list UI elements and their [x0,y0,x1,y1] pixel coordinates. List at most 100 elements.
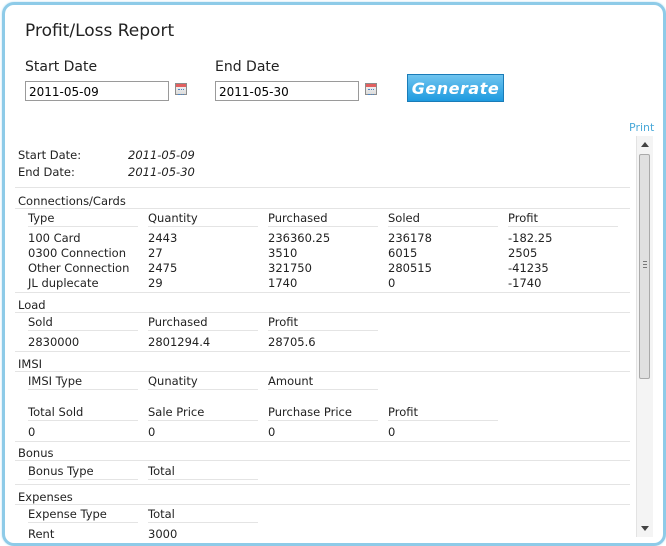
table-cell: 3000 [148,527,178,538]
load-header-purchased: Purchased [148,315,208,329]
report-output: Start Date: 2011-05-09 End Date: 2011-05… [15,138,633,538]
print-link[interactable]: Print [629,121,654,134]
table-cell: 1740 [268,276,298,290]
page-title: Profit/Loss Report [25,21,175,41]
table-cell: 0 [388,276,396,290]
grip-line [643,264,647,265]
divider [148,420,258,421]
connections-section-title: Connections/Cards [18,194,126,208]
table-cell: 2475 [148,261,178,275]
imsi-total-sold-header: Total Sold [28,405,84,419]
table-cell: 236178 [388,231,432,245]
table-cell: 28705.6 [268,335,316,349]
bonus-header-type: Bonus Type [28,464,94,478]
table-cell: 280515 [388,261,432,275]
table-cell: 29 [148,276,163,290]
imsi-header-amount: Amount [268,374,314,388]
table-cell: 3510 [268,246,298,260]
divider [15,504,630,505]
grip-line [643,261,647,262]
connections-header-quantity: Quantity [148,211,198,225]
table-cell: 27 [148,246,163,260]
table-cell: 236360.25 [268,231,331,245]
divider [15,351,630,352]
imsi-header-quantity: Qunatity [148,374,198,388]
grip-line [643,267,647,268]
table-cell: -1740 [508,276,542,290]
connections-header-profit: Profit [508,211,538,225]
divider [15,371,630,372]
report-end-label: End Date: [18,165,75,179]
table-cell: 2505 [508,246,538,260]
expenses-header-type: Expense Type [28,507,107,521]
bonus-section-title: Bonus [18,446,54,460]
table-cell: Other Connection [28,261,130,275]
load-header-profit: Profit [268,315,298,329]
scroll-up-arrow-icon[interactable] [641,142,649,147]
bonus-header-total: Total [148,464,175,478]
imsi-sale-price-header: Sale Price [148,405,205,419]
table-cell: JL duplecate [28,276,99,290]
end-date-input[interactable]: 2011-05-30 [215,81,359,101]
table-cell: 321750 [268,261,312,275]
table-cell: Rent [28,527,55,538]
divider [268,420,378,421]
divider [148,389,258,390]
table-cell: 2443 [148,231,178,245]
table-cell: 0 [148,425,156,439]
load-section-title: Load [18,298,46,312]
start-calendar-icon[interactable] [175,83,187,95]
end-calendar-icon[interactable] [365,83,377,95]
divider [28,226,138,227]
report-start-label: Start Date: [18,148,82,162]
load-header-sold: Sold [28,315,53,329]
expenses-section-title: Expenses [18,490,73,504]
divider [15,441,630,442]
divider [388,420,498,421]
report-window: Profit/Loss Report Start Date 2011-05-09… [2,2,666,546]
divider [15,312,630,313]
divider [15,187,630,188]
divider [508,226,618,227]
divider [148,479,258,480]
table-cell: 2830000 [28,335,80,349]
divider [268,389,378,390]
connections-header-purchased: Purchased [268,211,328,225]
report-scrollbar[interactable] [636,136,653,537]
table-cell: 2801294.4 [148,335,211,349]
start-date-label: Start Date [25,59,98,75]
divider [28,522,138,523]
imsi-header-type: IMSI Type [28,374,83,388]
scrollbar-thumb[interactable] [639,154,650,379]
generate-button[interactable]: Generate [407,74,504,102]
connections-header-soled: Soled [388,211,420,225]
imsi-section-title: IMSI [18,357,43,371]
imsi-purchase-price-header: Purchase Price [268,405,352,419]
divider [268,330,378,331]
start-date-input[interactable]: 2011-05-09 [25,81,169,101]
table-cell: 0 [268,425,276,439]
divider [28,389,138,390]
table-cell: -182.25 [508,231,553,245]
scroll-down-arrow-icon[interactable] [641,526,649,531]
divider [148,522,258,523]
divider [28,330,138,331]
end-date-label: End Date [215,59,280,75]
divider [268,226,378,227]
table-cell: 0 [388,425,396,439]
table-cell: 0 [28,425,36,439]
divider [15,460,630,461]
table-cell: 6015 [388,246,418,260]
divider [28,420,138,421]
table-cell: -41235 [508,261,549,275]
divider [148,226,258,227]
divider [15,208,630,209]
divider [15,292,630,293]
divider [28,479,138,480]
divider [15,484,630,485]
report-end-value: 2011-05-30 [128,165,195,179]
divider [388,226,498,227]
connections-header-type: Type [28,211,55,225]
table-cell: 100 Card [28,231,81,245]
expenses-header-total: Total [148,507,175,521]
